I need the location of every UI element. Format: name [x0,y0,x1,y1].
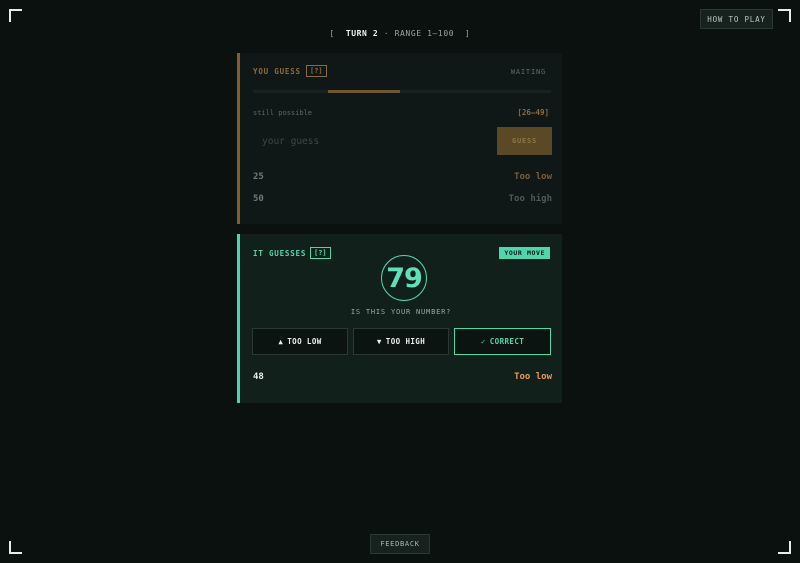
history-row: 25 Too low [253,172,552,184]
history-result: Too high [508,194,552,204]
history-result: Too low [514,372,552,382]
arrow-up-icon: ▲ [278,337,284,346]
turn-indicator: [ TURN 2 · RANGE 1–100 ] [0,29,800,38]
how-to-play-button[interactable]: HOW TO PLAY [700,9,773,29]
history-result: Too low [514,172,552,182]
guess-button[interactable]: GUESS [497,127,552,155]
feedback-button[interactable]: FEEDBACK [370,534,430,554]
turn-label: TURN 2 [345,29,379,38]
correct-button[interactable]: ✓ CORRECT [454,328,551,355]
possible-range-fill [328,90,401,93]
history-number: 50 [253,194,264,204]
it-guesses-help-button[interactable]: [?] [310,247,331,259]
range-label: RANGE 1–100 [394,29,455,38]
checkmark-icon: ✓ [480,337,486,346]
history-number: 48 [253,372,264,382]
too-low-label: TOO LOW [287,337,322,346]
correct-label: CORRECT [489,337,525,346]
corner-bracket-top-right [778,9,791,22]
corner-bracket-top-left [9,9,22,22]
current-guess-display: 79 [381,255,427,301]
it-guesses-title: IT GUESSES [253,249,307,258]
it-guesses-panel: IT GUESSES [?] YOUR MOVE 79 IS THIS YOUR… [237,234,562,403]
arrow-down-icon: ▼ [376,337,382,346]
too-high-button[interactable]: ▼ TOO HIGH [353,328,449,355]
is-this-your-number-prompt: IS THIS YOUR NUMBER? [350,308,452,316]
your-move-badge: YOUR MOVE [499,247,550,259]
history-row: 48 Too low [253,372,552,384]
still-possible-range: [26–49] [517,108,549,117]
still-possible-label: still possible [253,109,313,117]
you-guess-title: YOU GUESS [253,67,301,76]
too-high-label: TOO HIGH [385,337,426,346]
bracket-open: [ [329,29,335,38]
history-row: 50 Too high [253,194,552,206]
guess-input[interactable] [253,127,495,155]
corner-bracket-bottom-left [9,541,22,554]
possible-range-bar [253,90,551,93]
status-label: WAITING [510,68,546,76]
you-guess-help-button[interactable]: [?] [306,65,327,77]
history-number: 25 [253,172,264,182]
turn-separator: · [383,29,390,38]
you-guess-panel: YOU GUESS [?] WAITING still possible [26… [237,53,562,224]
corner-bracket-bottom-right [778,541,791,554]
bracket-close: ] [465,29,471,38]
too-low-button[interactable]: ▲ TOO LOW [252,328,348,355]
